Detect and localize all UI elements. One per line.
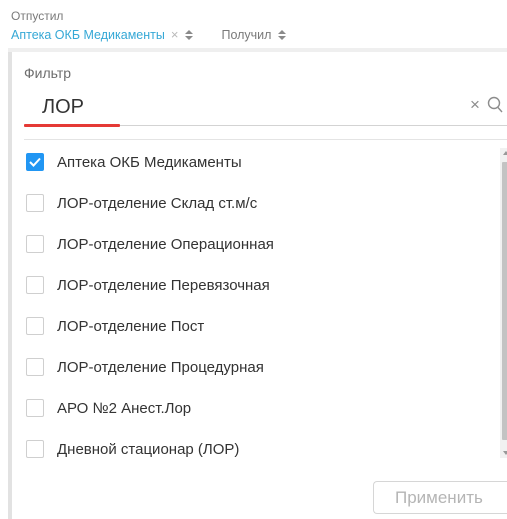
option-label: Аптека ОКБ Медикаменты	[57, 153, 242, 171]
checkbox-checked[interactable]	[26, 153, 44, 171]
header-filter-row: Аптека ОКБ Медикаменты × Получил	[11, 27, 287, 43]
scroll-down-arrow-icon[interactable]	[503, 451, 507, 455]
clear-search-icon[interactable]: ×	[470, 95, 480, 115]
option-item[interactable]: АРО №2 Анест.Лор	[26, 396, 191, 420]
option-item[interactable]: ЛОР-отделение Пост	[26, 314, 204, 338]
checkbox[interactable]	[26, 235, 44, 253]
list-divider	[24, 139, 507, 140]
option-label: Дневной стационар (ЛОР)	[57, 440, 240, 458]
option-label: ЛОР-отделение Перевязочная	[57, 276, 270, 294]
checkbox[interactable]	[26, 358, 44, 376]
issued-label: Отпустил	[11, 9, 64, 23]
option-item[interactable]: ЛОР-отделение Операционная	[26, 232, 274, 256]
search-input-active-underline	[24, 124, 120, 127]
list-scrollbar[interactable]	[500, 148, 507, 458]
option-item[interactable]: ЛОР-отделение Процедурная	[26, 355, 264, 379]
option-label: ЛОР-отделение Склад ст.м/с	[57, 194, 258, 212]
scroll-up-arrow-icon[interactable]	[503, 151, 507, 155]
sort-received-icon[interactable]	[278, 30, 287, 40]
clear-issued-filter-icon[interactable]: ×	[171, 28, 179, 41]
option-label: ЛОР-отделение Пост	[57, 317, 205, 335]
checkbox[interactable]	[26, 194, 44, 212]
option-item[interactable]: Дневной стационар (ЛОР)	[26, 437, 239, 461]
option-item[interactable]: ЛОР-отделение Склад ст.м/с	[26, 191, 257, 215]
option-item[interactable]: ЛОР-отделение Перевязочная	[26, 273, 270, 297]
option-item[interactable]: Аптека ОКБ Медикаменты	[26, 150, 242, 174]
checkbox[interactable]	[26, 276, 44, 294]
filter-label: Фильтр	[24, 65, 72, 81]
received-column-label[interactable]: Получил	[221, 28, 271, 42]
search-icon[interactable]	[487, 96, 503, 119]
option-label: ЛОР-отделение Процедурная	[57, 358, 264, 376]
filter-dropdown-panel: Фильтр × Аптека ОКБ Медикаменты ЛОР-отдел…	[8, 48, 507, 519]
sort-issued-icon[interactable]	[185, 30, 194, 40]
checkbox[interactable]	[26, 317, 44, 335]
checkbox[interactable]	[26, 399, 44, 417]
issued-filter-value[interactable]: Аптека ОКБ Медикаменты	[11, 28, 165, 42]
filter-search-input[interactable]	[24, 92, 454, 122]
checkbox[interactable]	[26, 440, 44, 458]
option-label: ЛОР-отделение Операционная	[57, 235, 274, 253]
option-label: АРО №2 Анест.Лор	[57, 399, 192, 417]
apply-button[interactable]: Применить	[373, 481, 507, 514]
scrollbar-thumb[interactable]	[502, 162, 507, 440]
checkmark-icon	[29, 157, 41, 167]
